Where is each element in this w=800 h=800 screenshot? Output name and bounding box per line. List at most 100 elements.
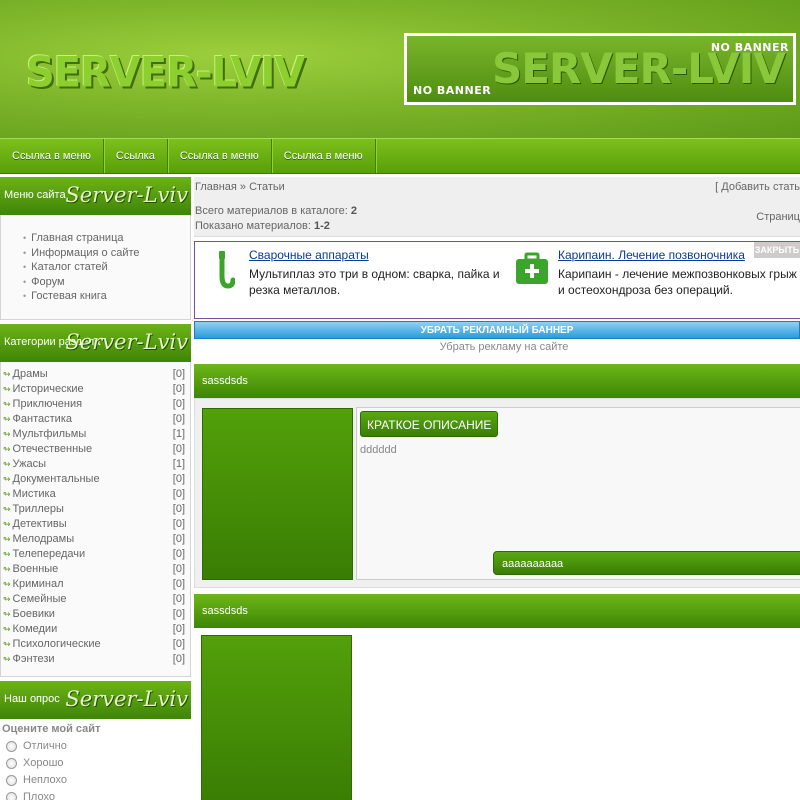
site-header: SERVER-LVIV SERVER-LVIV NO BANNER NO BAN… bbox=[0, 0, 800, 138]
category-count: [0] bbox=[172, 503, 185, 515]
remove-ad-banner-button[interactable]: УБРАТЬ РЕКЛАМНЫЙ БАННЕР bbox=[194, 321, 800, 339]
site-logo[interactable]: SERVER-LVIV bbox=[26, 49, 305, 97]
nav-link-4[interactable]: Ссылка в меню bbox=[272, 139, 376, 173]
radio-button[interactable] bbox=[6, 758, 17, 769]
category-name[interactable]: ↬ Детективы bbox=[3, 517, 67, 532]
category-name[interactable]: ↬ Отечественные bbox=[3, 442, 92, 457]
category-name[interactable]: ↬ Военные bbox=[3, 562, 58, 577]
category-name[interactable]: ↬ Драмы bbox=[3, 367, 48, 382]
ad-close-button[interactable]: ЗАКРЫТЬ bbox=[754, 242, 800, 258]
category-name[interactable]: ↬ Ужасы bbox=[3, 457, 46, 472]
radio-button[interactable] bbox=[6, 792, 17, 800]
arrow-icon: ↬ bbox=[3, 534, 11, 544]
category-name[interactable]: ↬ Мистика bbox=[3, 487, 56, 502]
arrow-icon: ↬ bbox=[3, 384, 11, 394]
poll-option[interactable]: Хорошо bbox=[2, 755, 191, 772]
short-description-label: КРАТКОЕ ОПИСАНИЕ bbox=[360, 411, 499, 437]
category-item[interactable]: ↬ Отечественные [0] bbox=[3, 442, 185, 457]
ad-title-welding[interactable]: Сварочные аппараты bbox=[249, 248, 519, 262]
category-item[interactable]: ↬ Мелодрамы [0] bbox=[3, 532, 185, 547]
category-name[interactable]: ↬ Триллеры bbox=[3, 502, 64, 517]
category-item[interactable]: ↬ Приключения [0] bbox=[3, 397, 185, 412]
category-count: [0] bbox=[172, 653, 185, 665]
category-name[interactable]: ↬ Фэнтези bbox=[3, 652, 55, 667]
poll-option-label: Хорошо bbox=[23, 757, 64, 769]
category-count: [1] bbox=[172, 428, 185, 440]
poll-block-header: Наш опрос Server-Lviv bbox=[0, 681, 191, 719]
short-description-text: dddddd bbox=[360, 444, 397, 456]
post-title[interactable]: sassdsds bbox=[194, 364, 800, 398]
breadcrumb[interactable]: Главная » Статьи bbox=[195, 181, 285, 193]
remove-ad-link[interactable]: Убрать рекламу на сайте bbox=[194, 341, 800, 353]
category-item[interactable]: ↬ Телепередачи [0] bbox=[3, 547, 185, 562]
category-item[interactable]: ↬ Криминал [0] bbox=[3, 577, 185, 592]
nav-link-1[interactable]: Ссылка в меню bbox=[0, 139, 104, 173]
category-name[interactable]: ↬ Приключения bbox=[3, 397, 82, 412]
category-name[interactable]: ↬ Боевики bbox=[3, 607, 55, 622]
poll: Оцените мой сайт Отлично Хорошо Неплохо … bbox=[0, 719, 191, 800]
category-item[interactable]: ↬ Ужасы [1] bbox=[3, 457, 185, 472]
category-name[interactable]: ↬ Телепередачи bbox=[3, 547, 85, 562]
category-name[interactable]: ↬ Психологические bbox=[3, 637, 101, 652]
category-count: [0] bbox=[172, 593, 185, 605]
nav-link-2[interactable]: Ссылка bbox=[104, 139, 168, 173]
category-name[interactable]: ↬ Исторические bbox=[3, 382, 84, 397]
category-name[interactable]: ↬ Комедии bbox=[3, 622, 57, 637]
header-banner[interactable]: SERVER-LVIV NO BANNER NO BANNER bbox=[404, 33, 796, 105]
category-name[interactable]: ↬ Мелодрамы bbox=[3, 532, 74, 547]
arrow-icon: ↬ bbox=[3, 444, 11, 454]
post-thumbnail[interactable] bbox=[202, 408, 353, 580]
category-item[interactable]: ↬ Триллеры [0] bbox=[3, 502, 185, 517]
poll-option[interactable]: Плохо bbox=[2, 789, 191, 800]
post-more-button[interactable]: aaaaaaaaaa bbox=[493, 551, 800, 575]
category-name[interactable]: ↬ Криминал bbox=[3, 577, 64, 592]
category-item[interactable]: ↬ Документальные [0] bbox=[3, 472, 185, 487]
category-count: [0] bbox=[172, 533, 185, 545]
category-label: Мелодрамы bbox=[12, 533, 75, 545]
category-name[interactable]: ↬ Фантастика bbox=[3, 412, 72, 427]
category-name[interactable]: ↬ Семейные bbox=[3, 592, 67, 607]
category-item[interactable]: ↬ Военные [0] bbox=[3, 562, 185, 577]
arrow-icon: ↬ bbox=[3, 594, 11, 604]
category-name[interactable]: ↬ Мультфильмы bbox=[3, 427, 86, 442]
nav-link-3[interactable]: Ссылка в меню bbox=[168, 139, 272, 173]
category-item[interactable]: ↬ Детективы [0] bbox=[3, 517, 185, 532]
category-label: Семейные bbox=[12, 593, 67, 605]
category-item[interactable]: ↬ Исторические [0] bbox=[3, 382, 185, 397]
menu-item-forum[interactable]: Форум bbox=[23, 275, 190, 290]
add-article-link[interactable]: [ Добавить стать bbox=[715, 181, 800, 193]
poll-block-logo: Server-Lviv bbox=[65, 687, 188, 711]
poll-option[interactable]: Неплохо bbox=[2, 772, 191, 789]
post-description-box: КРАТКОЕ ОПИСАНИЕ dddddd aaaaaaaaaa bbox=[356, 407, 800, 580]
category-label: Боевики bbox=[12, 608, 55, 620]
category-label: Военные bbox=[12, 563, 59, 575]
arrow-icon: ↬ bbox=[3, 549, 11, 559]
menu-item-home[interactable]: Главная страница bbox=[23, 231, 190, 246]
menu-item-about[interactable]: Информация о сайте bbox=[23, 246, 190, 261]
category-item[interactable]: ↬ Комедии [0] bbox=[3, 622, 185, 637]
post-thumbnail[interactable] bbox=[201, 635, 352, 800]
category-item[interactable]: ↬ Мистика [0] bbox=[3, 487, 185, 502]
category-item[interactable]: ↬ Драмы [0] bbox=[3, 367, 185, 382]
arrow-icon: ↬ bbox=[3, 609, 11, 619]
category-label: Криминал bbox=[12, 578, 64, 590]
category-item[interactable]: ↬ Боевики [0] bbox=[3, 607, 185, 622]
category-count: [0] bbox=[172, 518, 185, 530]
category-item[interactable]: ↬ Семейные [0] bbox=[3, 592, 185, 607]
arrow-icon: ↬ bbox=[3, 474, 11, 484]
category-name[interactable]: ↬ Документальные bbox=[3, 472, 100, 487]
category-label: Триллеры bbox=[12, 503, 64, 515]
category-item[interactable]: ↬ Фэнтези [0] bbox=[3, 652, 185, 667]
arrow-icon: ↬ bbox=[3, 564, 11, 574]
menu-item-catalog[interactable]: Каталог статей bbox=[23, 260, 190, 275]
category-item[interactable]: ↬ Фантастика [0] bbox=[3, 412, 185, 427]
category-item[interactable]: ↬ Мультфильмы [1] bbox=[3, 427, 185, 442]
arrow-icon: ↬ bbox=[3, 459, 11, 469]
post-title[interactable]: sassdsds bbox=[194, 594, 800, 628]
radio-button[interactable] bbox=[6, 741, 17, 752]
menu-item-guestbook[interactable]: Гостевая книга bbox=[23, 289, 190, 304]
radio-button[interactable] bbox=[6, 775, 17, 786]
poll-option[interactable]: Отлично bbox=[2, 738, 191, 755]
category-label: Комедии bbox=[12, 623, 58, 635]
category-item[interactable]: ↬ Психологические [0] bbox=[3, 637, 185, 652]
